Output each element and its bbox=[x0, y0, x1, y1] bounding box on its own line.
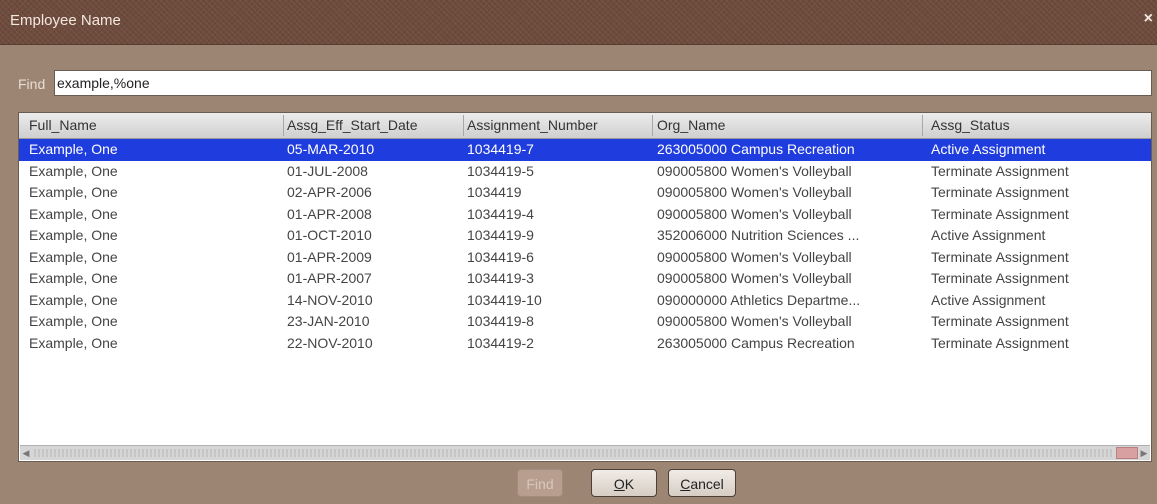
cancel-label-rest: ancel bbox=[690, 476, 724, 492]
cell-assignment-number: 1034419-6 bbox=[467, 248, 534, 265]
cell-org-name: 090005800 Women's Volleyball bbox=[657, 270, 852, 286]
cell-full-name: Example, One bbox=[29, 248, 118, 265]
window-title: Employee Name bbox=[10, 12, 121, 29]
cell-assignment-number: 1034419-10 bbox=[467, 291, 542, 308]
cell-start-date: 05-MAR-2010 bbox=[287, 141, 375, 157]
cell-assignment-number: 1034419 bbox=[467, 184, 522, 200]
find-button[interactable]: Find bbox=[517, 469, 563, 497]
cell-start-date: 01-APR-2007 bbox=[287, 270, 372, 286]
cell-status: Terminate Assignment bbox=[931, 248, 1069, 265]
cell-org-name: 090005800 Women's Volleyball bbox=[657, 313, 852, 329]
cancel-button[interactable]: Cancel bbox=[668, 469, 736, 497]
cell-org-name: 090005800 Women's Volleyball bbox=[657, 162, 852, 179]
ok-label-rest: K bbox=[624, 476, 635, 492]
cell-full-name: Example, One bbox=[29, 334, 118, 351]
results-table: Full_Name Assg_Eff_Start_Date Assignment… bbox=[18, 112, 1152, 462]
cell-full-name: Example, One bbox=[29, 291, 118, 308]
cell-start-date: 14-NOV-2010 bbox=[287, 291, 373, 308]
column-header-org-name[interactable]: Org_Name bbox=[657, 117, 915, 133]
ok-button[interactable]: OK bbox=[591, 469, 657, 497]
cell-status: Terminate Assignment bbox=[931, 270, 1069, 286]
table-row[interactable]: Example, One 01-JUL-2008 1034419-5 09000… bbox=[19, 161, 1151, 183]
cell-start-date: 01-APR-2009 bbox=[287, 248, 372, 265]
table-row[interactable]: Example, One 02-APR-2006 1034419 0900058… bbox=[19, 182, 1151, 204]
scroll-thumb[interactable] bbox=[1116, 447, 1138, 459]
cell-assignment-number: 1034419-3 bbox=[467, 270, 534, 286]
cell-org-name: 090005800 Women's Volleyball bbox=[657, 184, 852, 200]
scroll-track[interactable] bbox=[34, 449, 1114, 457]
cell-start-date: 23-JAN-2010 bbox=[287, 313, 370, 329]
find-row: Find bbox=[12, 70, 1154, 100]
table-row[interactable]: Example, One 23-JAN-2010 1034419-8 09000… bbox=[19, 311, 1151, 333]
table-row[interactable]: Example, One 01-APR-2009 1034419-6 09000… bbox=[19, 247, 1151, 269]
table-header: Full_Name Assg_Eff_Start_Date Assignment… bbox=[19, 113, 1151, 139]
cell-org-name: 263005000 Campus Recreation bbox=[657, 141, 855, 157]
cell-status: Terminate Assignment bbox=[931, 162, 1069, 179]
cell-status: Terminate Assignment bbox=[931, 184, 1069, 200]
cell-full-name: Example, One bbox=[29, 184, 118, 200]
cell-full-name: Example, One bbox=[29, 313, 118, 329]
title-bar: Employee Name × bbox=[0, 0, 1157, 45]
cell-assignment-number: 1034419-9 bbox=[467, 227, 534, 243]
table-row[interactable]: Example, One 14-NOV-2010 1034419-10 0900… bbox=[19, 290, 1151, 312]
column-header-assignment-number[interactable]: Assignment_Number bbox=[467, 117, 652, 133]
table-row[interactable]: Example, One 22-NOV-2010 1034419-2 26300… bbox=[19, 333, 1151, 355]
cell-start-date: 01-JUL-2008 bbox=[287, 162, 368, 179]
find-label: Find bbox=[18, 76, 46, 92]
table-row[interactable]: Example, One 01-APR-2008 1034419-4 09000… bbox=[19, 204, 1151, 226]
cell-full-name: Example, One bbox=[29, 270, 118, 286]
column-header-assg-status[interactable]: Assg_Status bbox=[931, 117, 1146, 133]
cell-start-date: 01-OCT-2010 bbox=[287, 227, 372, 243]
cell-org-name: 352006000 Nutrition Sciences ... bbox=[657, 227, 860, 243]
cell-assignment-number: 1034419-8 bbox=[467, 313, 534, 329]
cell-status: Active Assignment bbox=[931, 141, 1046, 157]
cell-org-name: 090005800 Women's Volleyball bbox=[657, 248, 852, 265]
cell-status: Active Assignment bbox=[931, 227, 1046, 243]
table-row[interactable]: Example, One 01-OCT-2010 1034419-9 35200… bbox=[19, 225, 1151, 247]
cell-org-name: 090000000 Athletics Departme... bbox=[657, 291, 861, 308]
cell-status: Terminate Assignment bbox=[931, 313, 1069, 329]
column-divider[interactable] bbox=[652, 115, 653, 136]
cell-status: Terminate Assignment bbox=[931, 334, 1069, 351]
ok-mnemonic: O bbox=[613, 476, 625, 492]
cell-assignment-number: 1034419-2 bbox=[467, 334, 534, 351]
scroll-right-arrow-icon[interactable]: ▶ bbox=[1139, 447, 1149, 459]
cell-status: Active Assignment bbox=[931, 291, 1046, 308]
find-input[interactable] bbox=[54, 70, 1152, 96]
cell-assignment-number: 1034419-4 bbox=[467, 205, 534, 222]
close-icon[interactable]: × bbox=[1144, 10, 1153, 28]
cell-org-name: 090005800 Women's Volleyball bbox=[657, 205, 852, 222]
horizontal-scrollbar[interactable]: ◀ ▶ bbox=[20, 445, 1150, 460]
table-row[interactable]: Example, One 01-APR-2007 1034419-3 09000… bbox=[19, 268, 1151, 290]
table-body: Example, One 05-MAR-2010 1034419-7 26300… bbox=[19, 139, 1151, 354]
column-header-assg-eff-start-date[interactable]: Assg_Eff_Start_Date bbox=[287, 117, 462, 133]
column-divider[interactable] bbox=[283, 115, 284, 136]
scroll-left-arrow-icon[interactable]: ◀ bbox=[21, 447, 31, 459]
column-header-full-name[interactable]: Full_Name bbox=[29, 117, 279, 133]
table-row[interactable]: Example, One 05-MAR-2010 1034419-7 26300… bbox=[19, 139, 1151, 161]
cell-org-name: 263005000 Campus Recreation bbox=[657, 334, 855, 351]
column-divider[interactable] bbox=[463, 115, 464, 136]
cell-assignment-number: 1034419-5 bbox=[467, 162, 534, 179]
cell-full-name: Example, One bbox=[29, 162, 118, 179]
cell-full-name: Example, One bbox=[29, 141, 118, 157]
column-divider[interactable] bbox=[922, 115, 923, 136]
cell-start-date: 02-APR-2006 bbox=[287, 184, 372, 200]
cell-status: Terminate Assignment bbox=[931, 205, 1069, 222]
cell-start-date: 22-NOV-2010 bbox=[287, 334, 373, 351]
cell-full-name: Example, One bbox=[29, 205, 118, 222]
cell-full-name: Example, One bbox=[29, 227, 118, 243]
cell-assignment-number: 1034419-7 bbox=[467, 141, 534, 157]
cancel-mnemonic: C bbox=[680, 476, 691, 492]
cell-start-date: 01-APR-2008 bbox=[287, 205, 372, 222]
